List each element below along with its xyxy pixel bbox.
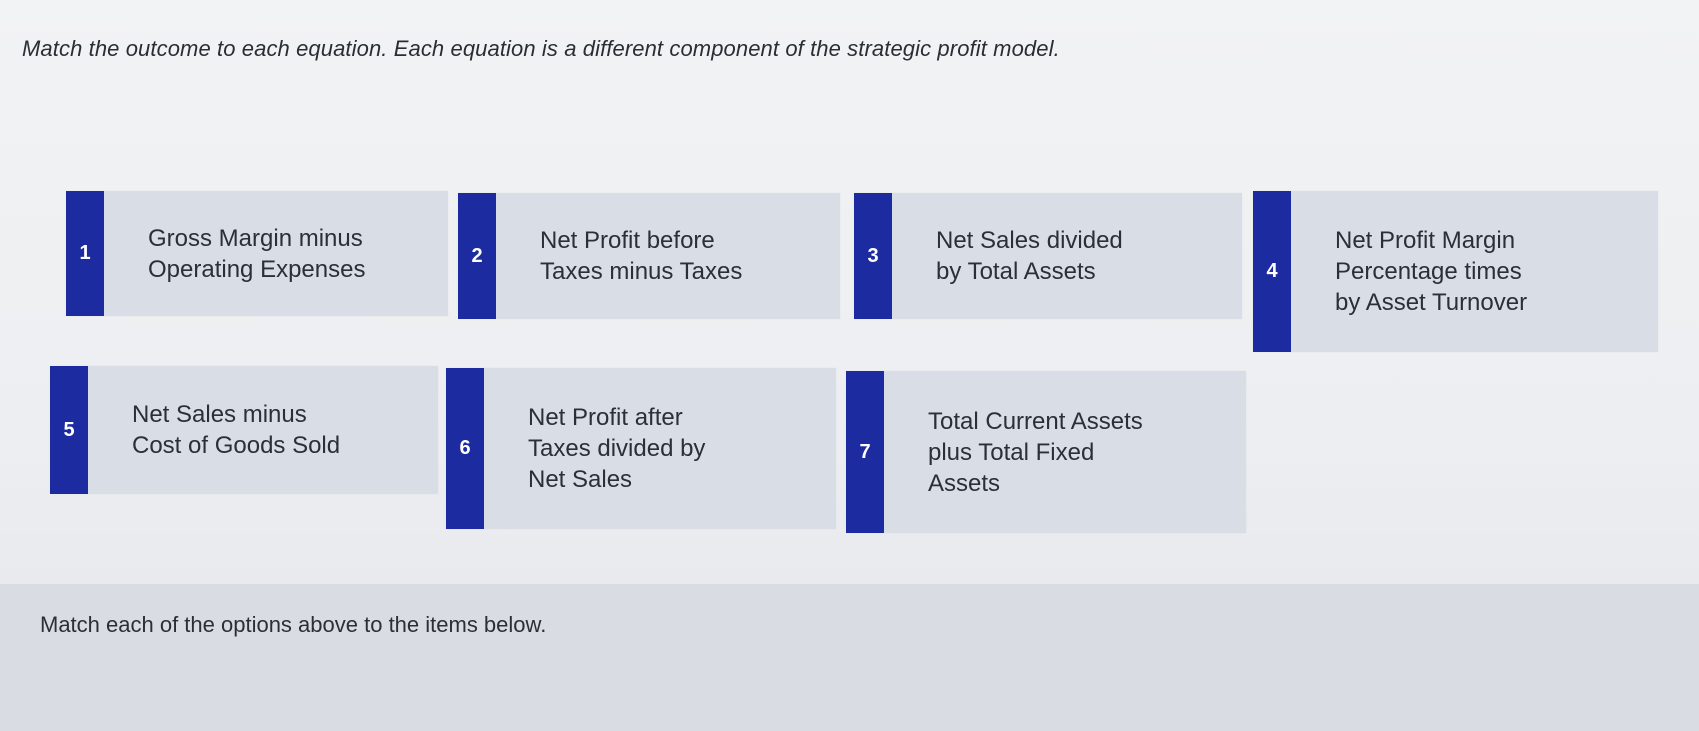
option-number-badge: 7	[846, 371, 884, 533]
draggable-option-7[interactable]: 7 Total Current Assets plus Total Fixed …	[846, 371, 1246, 533]
option-number-badge: 5	[50, 366, 88, 494]
question-page: Match the outcome to each equation. Each…	[0, 0, 1699, 731]
draggable-option-5[interactable]: 5 Net Sales minus Cost of Goods Sold	[50, 366, 438, 494]
draggable-option-1[interactable]: 1 Gross Margin minus Operating Expenses	[66, 191, 448, 316]
match-prompt-text: Match each of the options above to the i…	[40, 612, 547, 637]
instructions-text: Match the outcome to each equation. Each…	[22, 36, 1060, 61]
option-number-badge: 3	[854, 193, 892, 319]
draggable-option-3[interactable]: 3 Net Sales divided by Total Assets	[854, 193, 1242, 319]
option-label: Total Current Assets plus Total Fixed As…	[928, 407, 1143, 497]
option-label: Gross Margin minus Operating Expenses	[148, 224, 366, 283]
option-label: Net Profit Margin Percentage times by As…	[1335, 227, 1528, 316]
option-number-badge: 2	[458, 193, 496, 319]
draggable-option-6[interactable]: 6 Net Profit after Taxes divided by Net …	[446, 368, 836, 529]
option-number-badge: 6	[446, 368, 484, 529]
option-label: Net Sales minus Cost of Goods Sold	[132, 401, 341, 459]
draggable-option-4[interactable]: 4 Net Profit Margin Percentage times by …	[1253, 191, 1658, 352]
option-label: Net Profit after Taxes divided by Net Sa…	[528, 404, 706, 493]
option-label: Net Profit before Taxes minus Taxes	[540, 227, 743, 285]
option-number-badge: 4	[1253, 191, 1291, 352]
option-label: Net Sales divided by Total Assets	[936, 227, 1123, 285]
draggable-option-2[interactable]: 2 Net Profit before Taxes minus Taxes	[458, 193, 840, 319]
match-targets-panel	[0, 584, 1699, 731]
option-number-badge: 1	[66, 191, 104, 316]
